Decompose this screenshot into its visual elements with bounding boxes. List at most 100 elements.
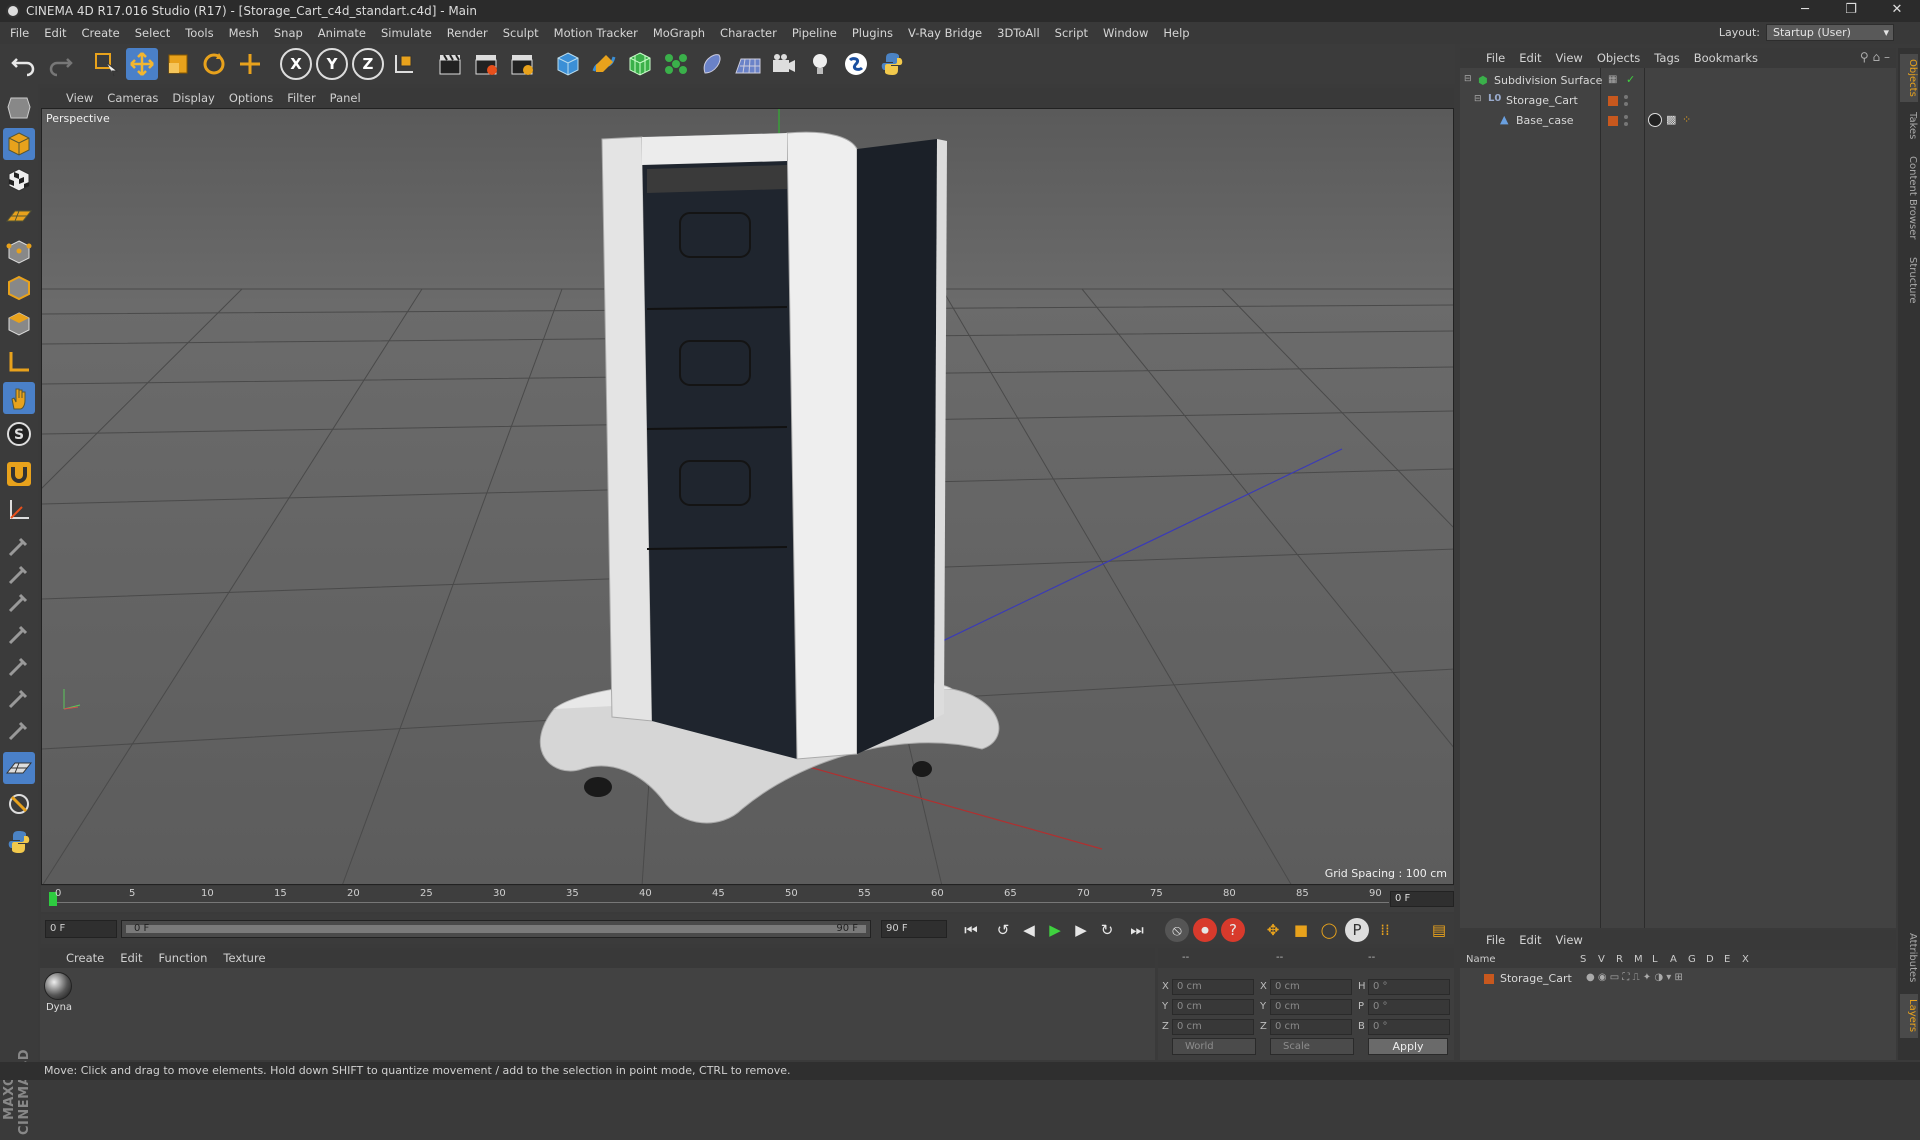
object-row-base-case[interactable]: ▲ Base_case ▩ ⁘	[1460, 112, 1896, 130]
points-mode-button[interactable]	[3, 236, 35, 268]
home-icon[interactable]: ⌂	[1873, 50, 1881, 64]
brush-tool-7[interactable]	[3, 714, 35, 746]
live-selection-button[interactable]	[90, 48, 122, 80]
python-script-button[interactable]	[3, 826, 35, 858]
menu-character[interactable]: Character	[720, 26, 777, 40]
tab-attributes[interactable]: Attributes	[1900, 928, 1918, 988]
object-menu-bookmarks[interactable]: Bookmarks	[1694, 51, 1758, 65]
layer-color-icon[interactable]	[1608, 116, 1618, 126]
dynamics-button[interactable]	[3, 788, 35, 820]
undo-button[interactable]	[8, 48, 40, 80]
lock-axis-button[interactable]	[3, 494, 35, 526]
camera-button[interactable]	[768, 48, 800, 80]
menu-help[interactable]: Help	[1163, 26, 1189, 40]
tab-objects[interactable]: Objects	[1900, 54, 1918, 102]
light-button[interactable]	[804, 48, 836, 80]
deformer-button[interactable]	[696, 48, 728, 80]
floor-button[interactable]	[732, 48, 764, 80]
go-to-end-button[interactable]: ⏭	[1125, 918, 1149, 942]
brush-tool-6[interactable]	[3, 682, 35, 714]
next-frame-button[interactable]: ▶	[1069, 918, 1093, 942]
viewport-menu-view[interactable]: View	[66, 91, 93, 105]
start-frame-field[interactable]: 0 F	[45, 920, 117, 938]
viewport-menu-cameras[interactable]: Cameras	[107, 91, 158, 105]
visibility-dots-icon[interactable]: ▦	[1608, 74, 1617, 85]
layout-dropdown[interactable]: Startup (User)	[1766, 24, 1894, 41]
texture-tag-icon[interactable]: ▩	[1666, 113, 1676, 126]
key-pla-button[interactable]: ⁞⁞	[1373, 918, 1397, 942]
object-menu-view[interactable]: View	[1556, 51, 1583, 65]
object-row-storage-cart[interactable]: ⊟ L0 Storage_Cart	[1460, 92, 1896, 110]
grid-lock-button[interactable]	[3, 752, 35, 784]
menu-script[interactable]: Script	[1055, 26, 1088, 40]
render-visibility-dot[interactable]	[1624, 122, 1628, 126]
material-item[interactable]: Dyna	[44, 972, 74, 1013]
brush-tool-3[interactable]	[3, 586, 35, 618]
restore-button[interactable]: ❐	[1828, 0, 1874, 22]
render-visibility-dot[interactable]	[1624, 102, 1628, 106]
apply-button[interactable]: Apply	[1368, 1038, 1448, 1055]
model-mode-button[interactable]	[3, 128, 35, 160]
layer-color-icon[interactable]	[1608, 96, 1618, 106]
size-z-field[interactable]: 0 cm	[1270, 1019, 1352, 1035]
python-button[interactable]	[876, 48, 908, 80]
autokey-button[interactable]: ?	[1221, 918, 1245, 942]
key-position-button[interactable]: ✥	[1261, 918, 1285, 942]
layer-row-storage-cart[interactable]: Storage_Cart ● ◉ ▭ ⛶ ⎍ ✦ ◑ ▾ ⊞	[1460, 970, 1896, 988]
material-menu-texture[interactable]: Texture	[223, 951, 265, 965]
enabled-check-icon[interactable]: ✓	[1626, 73, 1635, 86]
size-x-field[interactable]: 0 cm	[1270, 979, 1352, 995]
pos-z-field[interactable]: 0 cm	[1172, 1019, 1254, 1035]
menu-vray-bridge[interactable]: V-Ray Bridge	[908, 26, 982, 40]
scale-tool-button[interactable]	[162, 48, 194, 80]
brush-tool-4[interactable]	[3, 618, 35, 650]
phong-tag-icon[interactable]: ⁘	[1682, 113, 1691, 126]
menu-tools[interactable]: Tools	[185, 26, 213, 40]
record-button[interactable]: ⏺	[1193, 918, 1217, 942]
editor-visibility-dot[interactable]	[1624, 95, 1628, 99]
object-row-subdivision-surface[interactable]: ⊟ ⬢ Subdivision Surface ▦ ✓	[1460, 72, 1896, 90]
size-y-field[interactable]: 0 cm	[1270, 999, 1352, 1015]
play-button[interactable]: ▶	[1043, 918, 1067, 942]
magnet-button[interactable]	[3, 458, 35, 490]
render-picture-viewer-button[interactable]	[470, 48, 502, 80]
snapping-button[interactable]: S	[3, 418, 35, 450]
z-axis-button[interactable]: Z	[352, 48, 384, 80]
spline-pen-button[interactable]	[588, 48, 620, 80]
menu-edit[interactable]: Edit	[44, 26, 66, 40]
menu-snap[interactable]: Snap	[274, 26, 303, 40]
menu-3dtoall[interactable]: 3DToAll	[997, 26, 1040, 40]
viewport-menu-options[interactable]: Options	[229, 91, 273, 105]
menu-create[interactable]: Create	[82, 26, 120, 40]
menu-mesh[interactable]: Mesh	[229, 26, 259, 40]
rot-b-field[interactable]: 0 °	[1368, 1019, 1450, 1035]
tab-layers[interactable]: Layers	[1900, 994, 1918, 1038]
menu-select[interactable]: Select	[135, 26, 170, 40]
polygons-mode-button[interactable]	[3, 308, 35, 340]
timeline-ruler[interactable]: 0 5 10 15 20 25 30 35 40 45 50 55 60 65 …	[41, 886, 1454, 912]
move-tool-button[interactable]	[126, 48, 158, 80]
go-to-start-button[interactable]: ⏮	[959, 918, 983, 942]
key-scale-button[interactable]: ■	[1289, 918, 1313, 942]
menu-sculpt[interactable]: Sculpt	[503, 26, 539, 40]
subdivision-surface-button[interactable]	[624, 48, 656, 80]
perspective-viewport[interactable]: Perspective Grid Spacing : 100 cm	[41, 108, 1454, 885]
workplane-button[interactable]	[3, 200, 35, 232]
close-button[interactable]: ✕	[1874, 0, 1920, 22]
menu-window[interactable]: Window	[1103, 26, 1148, 40]
object-menu-edit[interactable]: Edit	[1519, 51, 1541, 65]
menu-plugins[interactable]: Plugins	[852, 26, 893, 40]
menu-animate[interactable]: Animate	[318, 26, 366, 40]
record-off-button[interactable]: ⦸	[1165, 918, 1189, 942]
axis-mode-button[interactable]	[3, 346, 35, 378]
next-key-button[interactable]: ↻	[1095, 918, 1119, 942]
menu-mograph[interactable]: MoGraph	[653, 26, 705, 40]
x-axis-button[interactable]: X	[280, 48, 312, 80]
layer-col-d[interactable]: D	[1706, 954, 1714, 965]
layer-toggle-icons[interactable]: ● ◉ ▭ ⛶ ⎍ ✦ ◑ ▾ ⊞	[1586, 972, 1683, 983]
minimize-panel-icon[interactable]: –	[1884, 50, 1890, 64]
object-menu-file[interactable]: File	[1486, 51, 1505, 65]
layer-col-v[interactable]: V	[1598, 954, 1605, 965]
layer-col-e[interactable]: E	[1724, 954, 1730, 965]
object-menu-tags[interactable]: Tags	[1654, 51, 1679, 65]
